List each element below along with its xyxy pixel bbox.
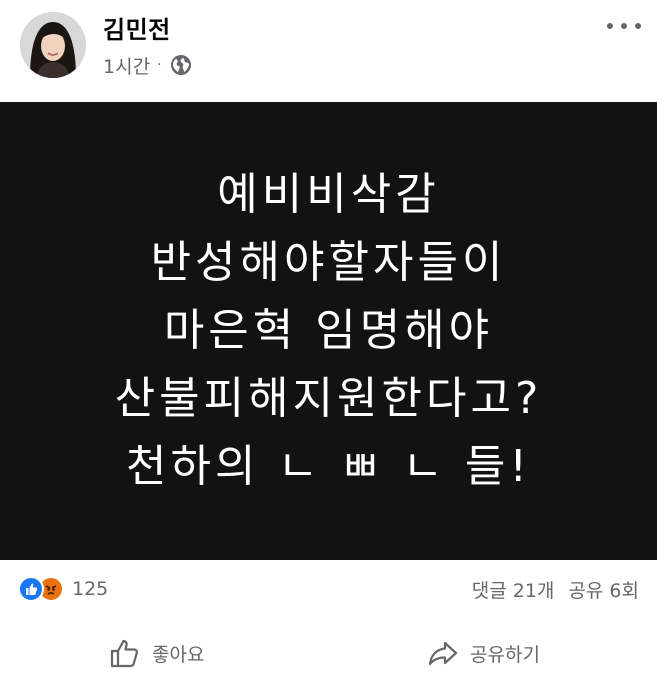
more-options-icon[interactable] [607,14,641,38]
reaction-summary[interactable]: 125 [18,575,108,603]
post-time[interactable]: 1시간 [103,52,150,79]
thumbs-up-icon [110,639,138,668]
post-image[interactable]: 예비비삭감 반성해야할자들이 마은혁 임명해야 산불피해지원한다고? 천하의 ㄴ… [0,102,657,560]
meta-separator: · [157,57,162,73]
like-button[interactable]: 좋아요 [108,635,204,671]
like-label: 좋아요 [152,643,205,666]
image-text-line: 반성해야할자들이 [150,237,507,288]
share-arrow-icon [428,641,458,666]
post-meta: 1시간 · [103,52,193,78]
action-bar: 좋아요 공유하기 [0,625,657,682]
profile-photo [20,12,86,78]
like-icon [18,576,44,602]
image-text-line: 천하의 ㄴ ㅃ ㄴ 들! [126,441,531,492]
image-text-line: 산불피해지원한다고? [114,373,543,424]
more-dot [635,23,641,29]
globe-icon[interactable] [169,53,193,77]
post-header: 김민전 1시간 · [0,0,657,102]
avatar[interactable] [20,12,86,78]
image-text-line: 예비비삭감 [217,169,440,220]
reaction-count: 125 [72,578,109,600]
more-dot [607,23,613,29]
share-label: 공유하기 [470,643,540,666]
engagement-counts: 댓글 21개 공유 6회 [472,575,639,603]
comment-count[interactable]: 댓글 21개 [472,576,555,603]
share-count[interactable]: 공유 6회 [568,576,639,603]
author-name[interactable]: 김민전 [103,10,171,45]
image-text-line: 마은혁 임명해야 [163,305,494,356]
more-dot [621,23,627,29]
share-button[interactable]: 공유하기 [426,635,540,671]
